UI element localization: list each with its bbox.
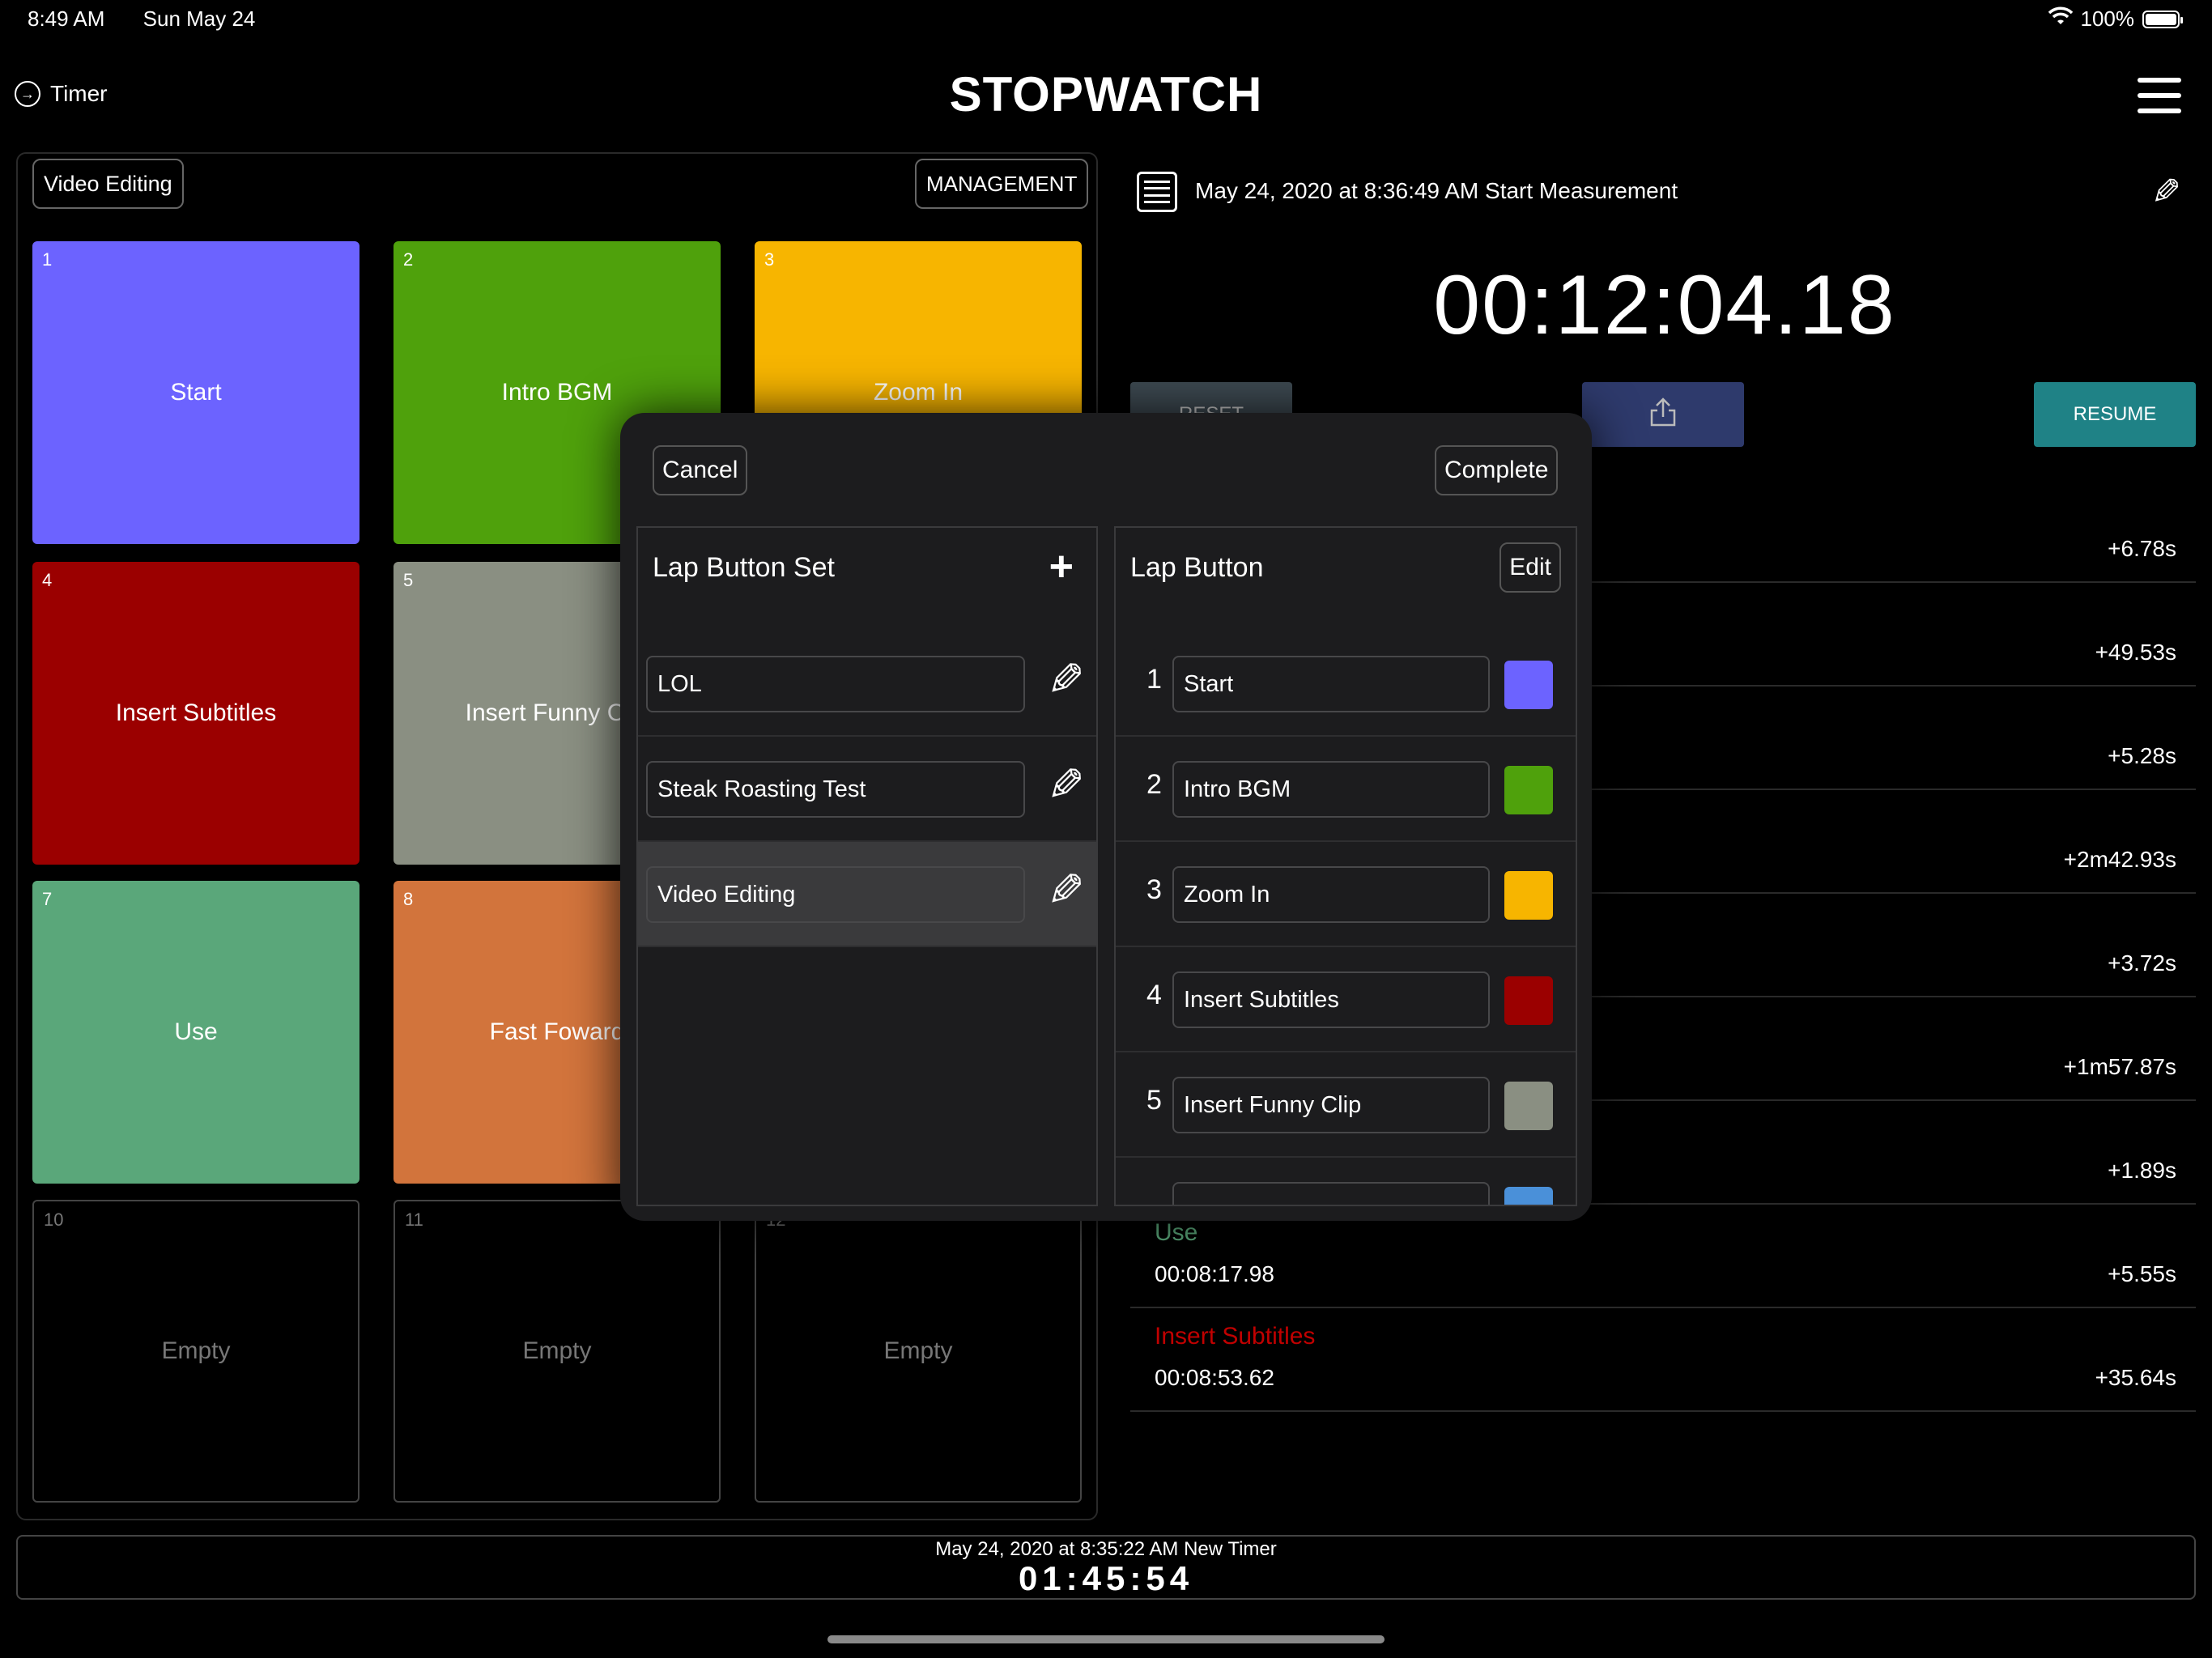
lap-diff: +35.64s — [2095, 1365, 2176, 1390]
share-icon — [1647, 396, 1679, 434]
lap-diff: +3.72s — [2108, 950, 2176, 976]
lap-button-set-heading: Lap Button Set — [653, 552, 835, 583]
set-row[interactable]: Steak Roasting Test ✎ — [638, 737, 1096, 842]
cancel-button[interactable]: Cancel — [653, 445, 748, 495]
edit-button[interactable]: Edit — [1499, 542, 1561, 593]
tile-number: 1 — [42, 249, 53, 270]
pencil-icon[interactable]: ✎ — [1047, 865, 1085, 916]
tile-label: Empty — [883, 1337, 953, 1364]
empty-tile[interactable]: 12 Empty — [755, 1200, 1082, 1503]
tile-number: 11 — [405, 1209, 423, 1230]
tile-label: Use — [174, 1018, 218, 1045]
menu-icon[interactable] — [2138, 78, 2181, 113]
tile-label: Empty — [522, 1337, 592, 1364]
timer-bar-time: 01:45:54 — [1018, 1559, 1194, 1597]
wifi-icon — [2048, 6, 2073, 32]
pencil-icon[interactable]: ✎ — [1047, 654, 1085, 705]
status-bar-left: 8:49 AM Sun May 24 — [28, 6, 287, 32]
lap-tile[interactable]: 1 Start — [32, 241, 359, 544]
lap-button-row[interactable]: 3 Zoom In — [1116, 842, 1576, 947]
lap-button-number: 3 — [1146, 874, 1162, 905]
status-date: Sun May 24 — [143, 6, 256, 31]
lap-tile[interactable]: 4 Insert Subtitles — [32, 562, 359, 865]
battery-icon — [2142, 10, 2183, 28]
lap-button-number: 5 — [1146, 1085, 1162, 1116]
plus-icon[interactable]: + — [1049, 546, 1074, 588]
tile-label: Insert Subtitles — [115, 699, 277, 726]
lap-button-name-field[interactable]: Insert Funny Clip — [1172, 1077, 1490, 1133]
lap-button-row[interactable]: 4 Insert Subtitles — [1116, 947, 1576, 1052]
lap-row[interactable]: Insert Subtitles 00:08:53.62 +35.64s — [1130, 1308, 2196, 1412]
lap-time: 00:08:17.98 — [1155, 1261, 1274, 1286]
tile-number: 4 — [42, 570, 53, 590]
color-swatch[interactable] — [1504, 871, 1553, 920]
tile-label: Intro BGM — [501, 379, 613, 406]
pencil-icon[interactable]: ✎ — [1047, 759, 1085, 810]
empty-tile[interactable]: 11 Empty — [393, 1200, 721, 1503]
lap-diff: +2m42.93s — [2063, 847, 2176, 872]
color-swatch[interactable] — [1504, 661, 1553, 709]
lap-diff: +1.89s — [2108, 1158, 2176, 1183]
lap-button-number: 4 — [1146, 980, 1162, 1010]
share-button[interactable] — [1582, 382, 1744, 447]
set-name-field[interactable]: Video Editing — [646, 866, 1025, 923]
tile-label: Empty — [161, 1337, 231, 1364]
resume-button[interactable]: RESUME — [2034, 382, 2196, 447]
lap-button-row[interactable] — [1116, 1158, 1576, 1205]
tile-number: 5 — [403, 570, 414, 590]
empty-tile[interactable]: 10 Empty — [32, 1200, 359, 1503]
lap-diff: +5.55s — [2108, 1261, 2176, 1286]
tile-number: 3 — [764, 249, 775, 270]
set-name-field[interactable]: Steak Roasting Test — [646, 761, 1025, 818]
lap-button-heading: Lap Button — [1130, 552, 1264, 583]
lap-diff: +6.78s — [2108, 536, 2176, 561]
page-title: STOPWATCH — [949, 67, 1263, 121]
lap-name: Use — [1155, 1219, 1198, 1246]
lap-button-name-field[interactable]: Start — [1172, 656, 1490, 712]
management-button[interactable]: MANAGEMENT — [915, 159, 1089, 209]
lap-button-name-field[interactable] — [1172, 1182, 1490, 1205]
tile-number: 8 — [403, 889, 414, 909]
current-set-button[interactable]: Video Editing — [32, 159, 184, 209]
status-bar-right: 100% — [2048, 6, 2183, 32]
battery-percent: 100% — [2080, 6, 2135, 31]
lap-name: Insert Subtitles — [1155, 1323, 1316, 1350]
lap-button-number: 1 — [1146, 664, 1162, 695]
tile-number: 7 — [42, 889, 53, 909]
lap-button-row[interactable]: 5 Insert Funny Clip — [1116, 1052, 1576, 1158]
stopwatch-clock: 00:12:04.18 — [1433, 258, 1896, 352]
lap-button-name-field[interactable]: Zoom In — [1172, 866, 1490, 923]
measurement-title: May 24, 2020 at 8:36:49 AM Start Measure… — [1195, 178, 1678, 203]
color-swatch[interactable] — [1504, 1187, 1553, 1205]
home-indicator[interactable] — [827, 1635, 1385, 1643]
lap-tile[interactable]: 7 Use — [32, 881, 359, 1184]
set-name-field[interactable]: LOL — [646, 656, 1025, 712]
color-swatch[interactable] — [1504, 976, 1553, 1025]
color-swatch[interactable] — [1504, 766, 1553, 814]
lap-button-number: 2 — [1146, 769, 1162, 800]
list-icon[interactable] — [1137, 172, 1177, 212]
set-row-selected[interactable]: Video Editing ✎ — [638, 842, 1096, 947]
lap-diff: +49.53s — [2095, 640, 2176, 665]
lap-time: 00:08:53.62 — [1155, 1365, 1274, 1390]
pencil-icon[interactable]: ✎ — [2151, 172, 2181, 213]
tile-number: 2 — [403, 249, 414, 270]
complete-button[interactable]: Complete — [1435, 445, 1559, 495]
lap-button-name-field[interactable]: Intro BGM — [1172, 761, 1490, 818]
lap-diff: +5.28s — [2108, 743, 2176, 768]
timer-bar-title: May 24, 2020 at 8:35:22 AM New Timer — [935, 1538, 1277, 1560]
lap-diff: +1m57.87s — [2063, 1054, 2176, 1079]
color-swatch[interactable] — [1504, 1082, 1553, 1130]
tile-number: 10 — [44, 1209, 64, 1230]
tile-label: Start — [170, 379, 222, 406]
tile-label: Zoom In — [873, 379, 963, 406]
lap-button-row[interactable]: 2 Intro BGM — [1116, 737, 1576, 842]
lap-button-name-field[interactable]: Insert Subtitles — [1172, 971, 1490, 1028]
lap-button-row[interactable]: 1 Start — [1116, 631, 1576, 737]
set-row[interactable]: LOL ✎ — [638, 631, 1096, 737]
lap-button-set-column: Lap Button Set + LOL ✎ Steak Roasting Te… — [636, 526, 1098, 1206]
lap-button-column: Lap Button Edit 1 Start 2 Intro BGM 3 Zoom In… — [1114, 526, 1577, 1206]
status-time: 8:49 AM — [28, 6, 105, 31]
